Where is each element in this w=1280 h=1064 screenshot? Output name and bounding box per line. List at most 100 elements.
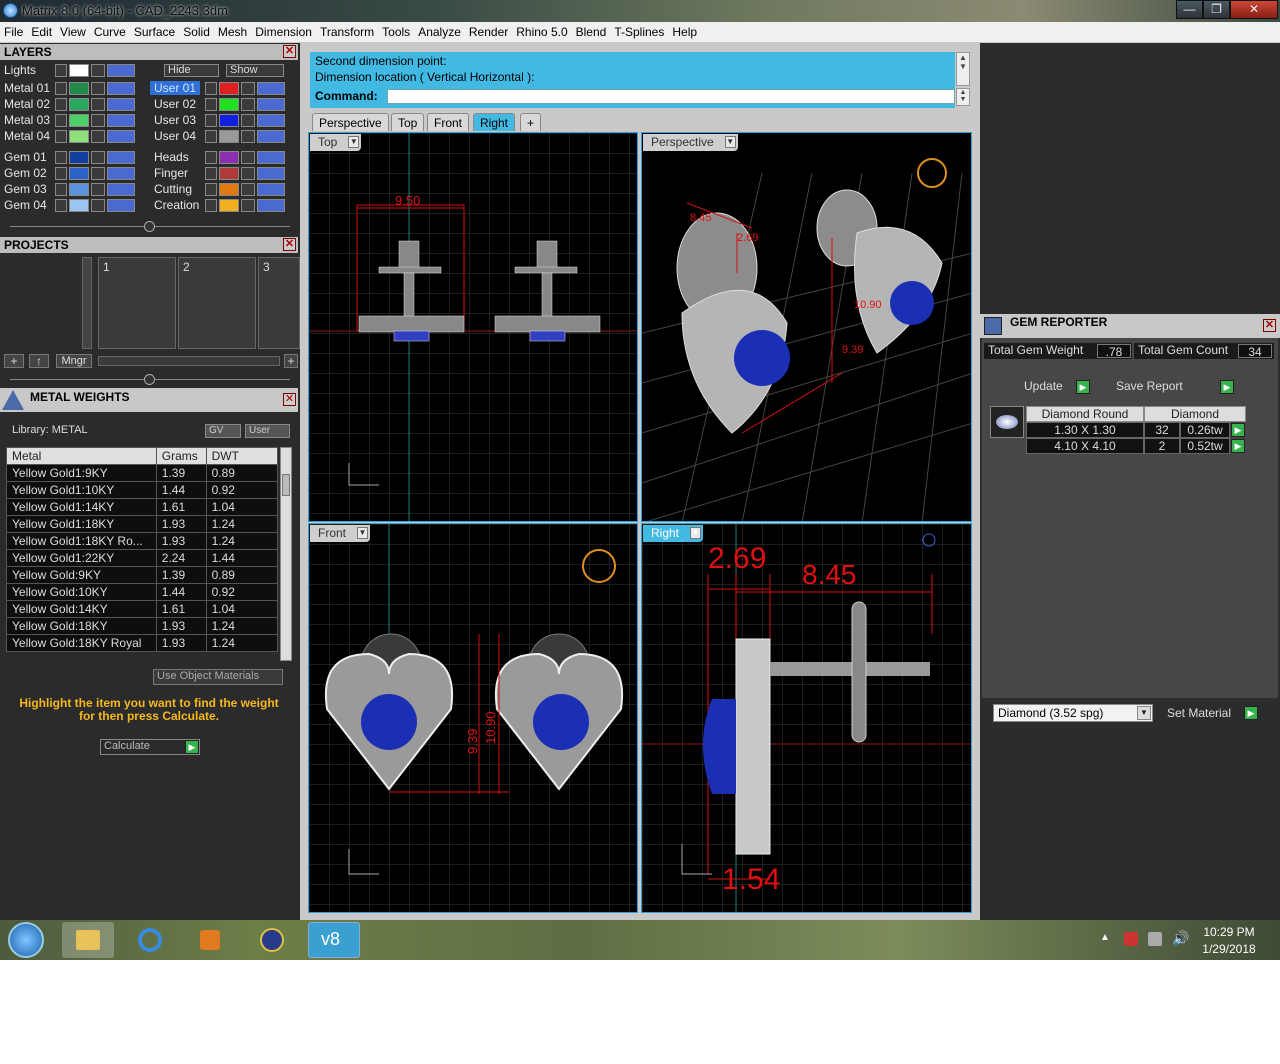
layer-name[interactable]: Cutting xyxy=(150,182,200,196)
metal-table-scrollbar[interactable] xyxy=(280,447,292,661)
layer-lock-icon[interactable] xyxy=(91,183,105,196)
update-go-icon[interactable]: ▶ xyxy=(1076,380,1090,394)
layer-lock-icon[interactable] xyxy=(91,82,105,95)
tray-flag-icon[interactable] xyxy=(1124,932,1138,946)
table-row[interactable]: Yellow Gold:9KY 1.39 0.89 xyxy=(6,566,279,584)
right-viewport-label[interactable]: Right ▼ xyxy=(643,525,704,542)
layer-name[interactable]: Metal 01 xyxy=(0,81,52,95)
viewport-front[interactable]: 9.39 10.90 Front ▼ xyxy=(308,523,638,913)
layer-lock-icon[interactable] xyxy=(241,82,255,95)
menu-transform[interactable]: Transform xyxy=(316,22,378,39)
menu-mesh[interactable]: Mesh xyxy=(214,22,251,39)
command-input-scroll[interactable]: ▲ ▼ xyxy=(956,88,970,106)
menu-edit[interactable]: Edit xyxy=(27,22,56,39)
start-button[interactable] xyxy=(8,922,44,958)
media-player-taskbar-icon[interactable] xyxy=(184,922,236,958)
tab-add[interactable]: + xyxy=(520,113,542,131)
menu-tools[interactable]: Tools xyxy=(378,22,414,39)
perspective-viewport-label[interactable]: Perspective ▼ xyxy=(643,134,738,151)
gem-reporter-close-icon[interactable]: ✕ xyxy=(1263,319,1276,332)
layer-visible-icon[interactable] xyxy=(107,151,135,164)
gem-row-go-icon[interactable]: ▶ xyxy=(1231,439,1245,453)
layer-lock-icon[interactable] xyxy=(91,130,105,143)
table-row[interactable]: Yellow Gold1:18KY 1.93 1.24 xyxy=(6,515,279,533)
menu-solid[interactable]: Solid xyxy=(179,22,214,39)
layer-color-swatch[interactable] xyxy=(69,183,89,196)
layer-name[interactable]: Gem 04 xyxy=(0,198,52,212)
projects-collapse-icon[interactable] xyxy=(144,374,155,385)
table-row[interactable]: Yellow Gold:18KY Royal 1.93 1.24 xyxy=(6,634,279,652)
layer-color-swatch[interactable] xyxy=(69,82,89,95)
lights-visible-icon[interactable] xyxy=(107,64,135,77)
tab-top[interactable]: Top xyxy=(391,113,425,131)
layer-lock-icon[interactable] xyxy=(241,98,255,111)
layer-arrow-icon[interactable] xyxy=(205,183,217,196)
lights-lock-icon[interactable] xyxy=(91,64,105,77)
layer-color-swatch[interactable] xyxy=(69,114,89,127)
layer-lock-icon[interactable] xyxy=(91,114,105,127)
layer-color-swatch[interactable] xyxy=(219,151,239,164)
layer-arrow-icon[interactable] xyxy=(205,82,217,95)
gv-toggle[interactable]: GV xyxy=(205,424,241,438)
layer-color-swatch[interactable] xyxy=(219,167,239,180)
tray-expand-icon[interactable]: ▲ xyxy=(1100,932,1110,943)
layer-arrow-icon[interactable] xyxy=(55,151,67,164)
layer-color-swatch[interactable] xyxy=(69,151,89,164)
layer-visible-icon[interactable] xyxy=(257,98,285,111)
right-viewport-dropdown-icon[interactable]: ▼ xyxy=(690,527,702,539)
layer-color-swatch[interactable] xyxy=(219,130,239,143)
viewport-top[interactable]: 9.50 Top ▼ xyxy=(308,132,638,522)
lights-arrow-icon[interactable] xyxy=(55,64,67,77)
material-select[interactable]: Diamond (3.52 spg) xyxy=(993,704,1153,722)
col-metal[interactable]: Metal xyxy=(6,447,157,465)
layer-visible-icon[interactable] xyxy=(257,82,285,95)
tray-network-icon[interactable] xyxy=(1148,932,1162,946)
layer-arrow-icon[interactable] xyxy=(205,151,217,164)
layer-color-swatch[interactable] xyxy=(219,183,239,196)
layer-lock-icon[interactable] xyxy=(241,130,255,143)
table-row[interactable]: Yellow Gold:10KY 1.44 0.92 xyxy=(6,583,279,601)
layer-visible-icon[interactable] xyxy=(257,199,285,212)
layer-color-swatch[interactable] xyxy=(69,167,89,180)
layer-lock-icon[interactable] xyxy=(241,199,255,212)
internet-explorer-taskbar-icon[interactable] xyxy=(124,922,176,958)
layer-name[interactable]: User 02 xyxy=(150,97,200,111)
menu-file[interactable]: File xyxy=(0,22,27,39)
layer-arrow-icon[interactable] xyxy=(55,167,67,180)
layer-arrow-icon[interactable] xyxy=(205,167,217,180)
layer-lock-icon[interactable] xyxy=(91,151,105,164)
layer-lock-icon[interactable] xyxy=(91,199,105,212)
add-project-button[interactable]: + xyxy=(4,354,24,368)
layer-lock-icon[interactable] xyxy=(241,167,255,180)
viewport-perspective[interactable]: 8.45 2.69 10.90 9.39 Perspective ▼ xyxy=(641,132,972,522)
layer-color-swatch[interactable] xyxy=(69,130,89,143)
layer-color-swatch[interactable] xyxy=(219,199,239,212)
menu-analyze[interactable]: Analyze xyxy=(414,22,465,39)
layer-name[interactable]: Gem 03 xyxy=(0,182,52,196)
menu-view[interactable]: View xyxy=(56,22,90,39)
layer-name[interactable]: Metal 04 xyxy=(0,129,52,143)
layer-color-swatch[interactable] xyxy=(219,98,239,111)
maximize-button[interactable]: ❐ xyxy=(1203,0,1230,19)
command-scrollbar[interactable]: ▲ ▼ xyxy=(956,52,970,86)
project-slot-2[interactable]: 2 xyxy=(178,257,256,349)
menu-render[interactable]: Render xyxy=(465,22,512,39)
user-toggle[interactable]: User xyxy=(245,424,290,438)
gem-row-go-icon[interactable]: ▶ xyxy=(1231,423,1245,437)
menu-blend[interactable]: Blend xyxy=(572,22,611,39)
layer-name[interactable]: Creation xyxy=(150,198,200,212)
projects-add-icon[interactable]: + xyxy=(284,354,298,368)
col-dwt[interactable]: DWT xyxy=(205,447,279,465)
menu-surface[interactable]: Surface xyxy=(130,22,179,39)
material-dropdown-icon[interactable]: ▼ xyxy=(1137,706,1151,720)
save-report-go-icon[interactable]: ▶ xyxy=(1220,380,1234,394)
tray-volume-icon[interactable]: 🔊 xyxy=(1172,930,1189,947)
explorer-taskbar-icon[interactable] xyxy=(62,922,114,958)
layer-lock-icon[interactable] xyxy=(241,183,255,196)
table-row[interactable]: Yellow Gold:14KY 1.61 1.04 xyxy=(6,600,279,618)
layer-lock-icon[interactable] xyxy=(241,151,255,164)
layer-name[interactable]: Gem 02 xyxy=(0,166,52,180)
layer-name[interactable]: Gem 01 xyxy=(0,150,52,164)
calculate-go-icon[interactable]: ▶ xyxy=(185,740,199,754)
table-row[interactable]: Yellow Gold1:9KY 1.39 0.89 xyxy=(6,464,279,482)
